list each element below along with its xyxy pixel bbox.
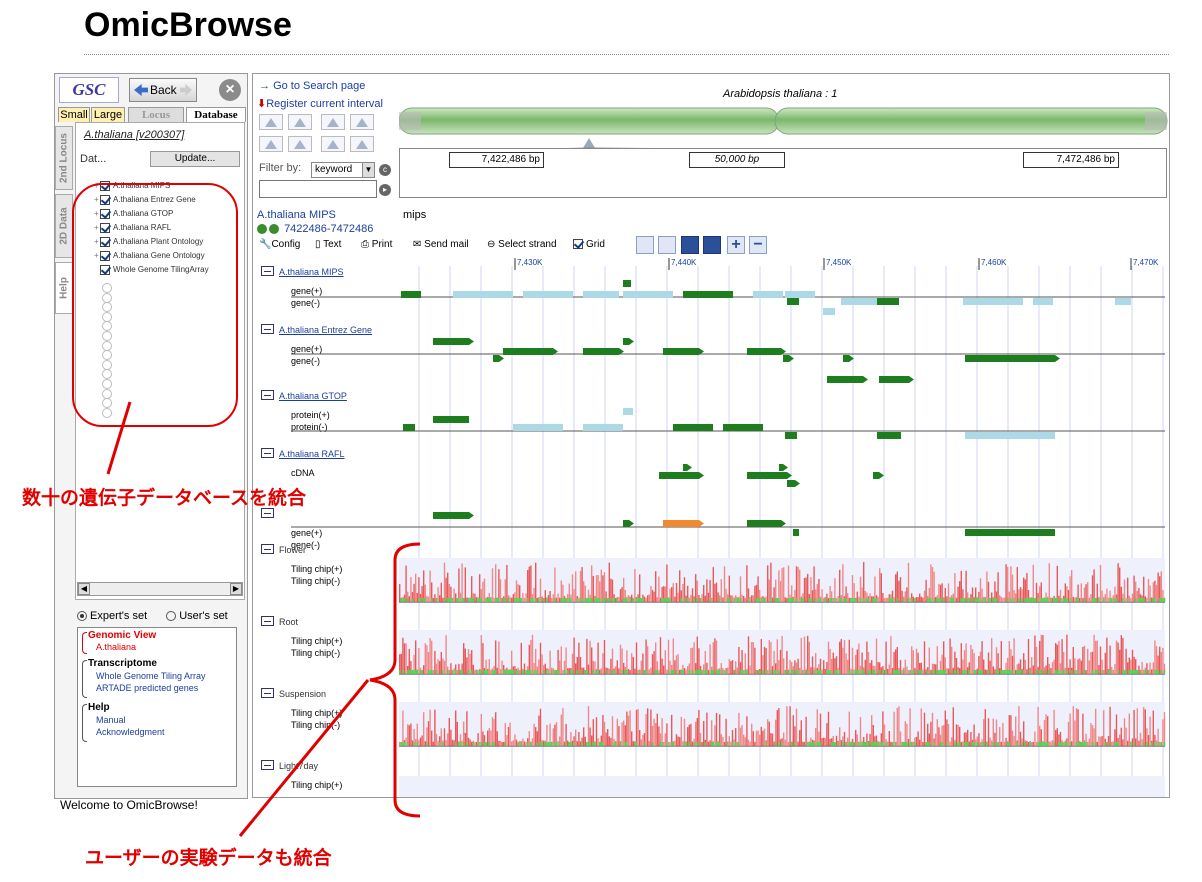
set-selector: Expert's set User's set <box>77 610 228 622</box>
menu-athaliana[interactable]: A.thaliana <box>96 642 136 652</box>
highlight-oval <box>72 183 238 427</box>
tab-locus[interactable]: Locus <box>128 107 184 122</box>
user-set-radio[interactable]: User's set <box>166 610 228 622</box>
welcome-message: Welcome to OmicBrowse! <box>60 798 198 812</box>
menu-genomic-view[interactable]: Genomic View <box>88 630 156 641</box>
tab-large[interactable]: Large <box>91 107 125 122</box>
menu-transcriptome[interactable]: Transcriptome <box>88 658 157 669</box>
track-graphics <box>291 258 1166 797</box>
horizontal-scrollbar[interactable]: ◀ ▶ <box>77 582 243 596</box>
back-label: Back <box>150 83 177 97</box>
nav-bar: GSC Back × <box>55 74 247 106</box>
back-button[interactable]: Back <box>129 78 197 102</box>
database-version[interactable]: A.thaliana [v200307] <box>84 129 184 141</box>
tab-small[interactable]: Small <box>58 107 90 122</box>
expert-set-radio[interactable]: Expert's set <box>77 610 147 622</box>
title-divider <box>84 54 1169 55</box>
gsc-logo: GSC <box>59 77 119 103</box>
scroll-right-icon[interactable]: ▶ <box>230 583 242 595</box>
database-list-label: Dat... <box>80 153 107 165</box>
view-menu: Genomic View A.thaliana Transcriptome Wh… <box>77 627 237 787</box>
tab-bar: Small Large Locus Database <box>58 107 246 123</box>
menu-artade[interactable]: ARTADE predicted genes <box>96 683 198 693</box>
close-icon[interactable]: × <box>219 79 241 101</box>
menu-help[interactable]: Help <box>88 702 110 713</box>
menu-acknowledgment[interactable]: Acknowledgment <box>96 727 165 737</box>
scroll-left-icon[interactable]: ◀ <box>78 583 90 595</box>
database-panel: A.thaliana [v200307] Dat... Update... + A… <box>72 122 245 600</box>
tab-2nd-locus[interactable]: 2nd Locus <box>55 126 73 190</box>
menu-manual[interactable]: Manual <box>96 715 126 725</box>
tab-database[interactable]: Database <box>186 107 246 122</box>
back-arrow-icon <box>134 84 148 96</box>
left-panel: GSC Back × Small Large Locus Database 2n… <box>54 73 248 799</box>
annotation-user-data: ユーザーの実験データも統合 <box>85 848 332 869</box>
menu-tiling-array[interactable]: Whole Genome Tiling Array <box>96 671 206 681</box>
tab-2d-data[interactable]: 2D Data <box>55 194 73 258</box>
tab-help[interactable]: Help <box>55 262 73 314</box>
genome-browser-panel: → Go to Search page ⬇Register current in… <box>252 73 1170 798</box>
update-button[interactable]: Update... <box>150 151 240 167</box>
forward-arrow-icon[interactable] <box>180 84 192 96</box>
page-title: OmicBrowse <box>84 6 292 44</box>
annotation-db-integration: 数十の遺伝子データベースを統合 <box>22 488 307 509</box>
